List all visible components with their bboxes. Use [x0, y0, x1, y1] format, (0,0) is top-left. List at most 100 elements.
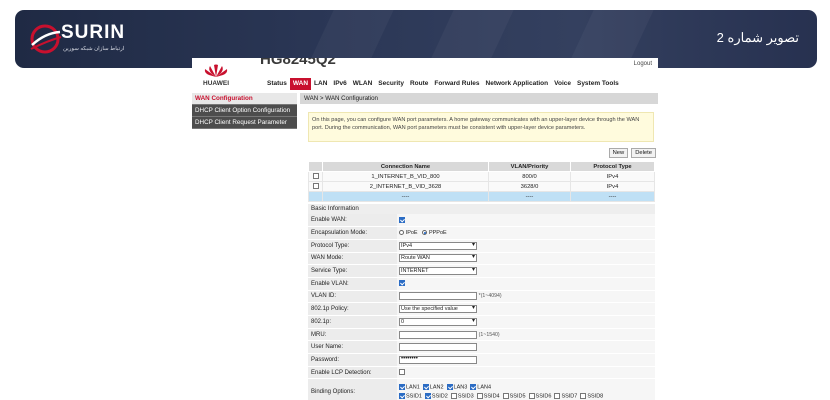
delete-button[interactable]: Delete [631, 148, 656, 158]
wan-connection-table: Connection Name VLAN/Priority Protocol T… [308, 161, 655, 202]
sidebar: WAN Configuration DHCP Client Option Con… [192, 93, 297, 129]
user-name-input[interactable] [399, 343, 477, 352]
row-select-cell [308, 191, 323, 202]
binding-option-ssid3[interactable]: SSID3 [450, 393, 474, 400]
top-nav: Status WAN LAN IPv6 WLAN Security Route … [264, 78, 622, 90]
policy-8021p-label: 802.1p Policy: [308, 302, 397, 316]
column-header-connection-name: Connection Name [322, 161, 489, 172]
ssid-binding-checkbox[interactable] [580, 393, 587, 400]
column-header-vlan-priority: VLAN/Priority [488, 161, 571, 172]
nav-network-application[interactable]: Network Application [483, 78, 552, 90]
ssid-binding-checkbox[interactable] [554, 393, 561, 400]
lan-binding-checkbox[interactable] [470, 383, 477, 390]
ssid-binding-label: SSID1 [406, 393, 422, 400]
table-toolbar: New Delete [300, 148, 656, 158]
nav-voice[interactable]: Voice [551, 78, 574, 90]
ssid-binding-checkbox[interactable] [424, 393, 431, 400]
ipoe-radio[interactable] [399, 230, 404, 236]
binding-option-ssid8[interactable]: SSID8 [580, 393, 603, 400]
enable-lcp-checkbox[interactable] [399, 369, 405, 376]
enable-vlan-label: Enable VLAN: [308, 277, 397, 291]
protocol-type-select[interactable]: IPv4 [399, 241, 477, 250]
row-checkbox[interactable] [312, 183, 319, 190]
ssid-binding-checkbox[interactable] [528, 393, 535, 400]
router-admin-page: HUAWEI HG8245Q2 Logout Status WAN LAN IP… [192, 58, 658, 400]
sidebar-item-wan-configuration[interactable]: WAN Configuration [192, 93, 297, 105]
mru-hint: (1~1540) [478, 331, 500, 338]
password-input[interactable]: •••••••• [399, 355, 477, 364]
binding-option-lan1[interactable]: LAN1 [399, 383, 420, 391]
binding-option-ssid1[interactable]: SSID1 [399, 393, 422, 400]
row-select-cell [308, 171, 323, 182]
new-button[interactable]: New [608, 148, 629, 158]
binding-option-ssid2[interactable]: SSID2 [424, 393, 448, 400]
ssid-binding-checkbox[interactable] [502, 393, 509, 400]
binding-option-lan4[interactable]: LAN4 [470, 383, 491, 390]
vlan-priority-cell: 3628/0 [488, 181, 571, 192]
table-header-row: Connection Name VLAN/Priority Protocol T… [308, 161, 655, 172]
surin-brand-text: SURIN [61, 22, 126, 43]
lan-binding-checkbox[interactable] [446, 383, 453, 390]
lan-binding-checkbox[interactable] [399, 383, 405, 390]
wan-mode-select[interactable]: Route WAN [399, 254, 477, 263]
nav-route[interactable]: Route [407, 78, 431, 90]
ssid-binding-label: SSID5 [509, 393, 526, 400]
banner-title: تصویر شماره 2 [716, 30, 799, 45]
huawei-wordmark: HUAWEI [203, 80, 229, 87]
service-type-select[interactable]: INTERNET [399, 267, 477, 276]
column-header-protocol-type: Protocol Type [570, 161, 655, 172]
vlan-id-hint: *(1~4094) [478, 293, 502, 300]
binding-lan-group: LAN1 LAN2 LAN3 LAN4 [399, 383, 655, 391]
nav-system-tools[interactable]: System Tools [574, 78, 622, 90]
row-select-cell [308, 181, 323, 192]
ssid-binding-label: SSID2 [431, 393, 448, 400]
lan-binding-label: LAN3 [453, 384, 468, 391]
vlan-id-label: VLAN ID: [308, 290, 397, 304]
wan-mode-label: WAN Mode: [308, 252, 397, 266]
vlan-id-input[interactable] [399, 292, 477, 301]
ssid-binding-label: SSID6 [535, 393, 552, 400]
binding-option-ssid5[interactable]: SSID5 [502, 393, 526, 400]
row-checkbox[interactable] [312, 173, 319, 180]
binding-ssid-group: SSID1 SSID2 SSID3 SSID4 SSID5 SSID6 SSID7 SSID8 [399, 393, 655, 400]
breadcrumb: WAN > WAN Configuration [300, 93, 658, 104]
nav-security[interactable]: Security [375, 78, 407, 90]
encapsulation-mode-label: Encapsulation Mode: [308, 226, 397, 240]
ssid-binding-checkbox[interactable] [450, 393, 457, 400]
pppoe-radio[interactable] [422, 230, 428, 236]
connection-name-cell: 2_INTERNET_B_VID_3628 [322, 181, 489, 192]
ssid-binding-checkbox[interactable] [399, 393, 405, 400]
nav-ipv6[interactable]: IPv6 [330, 78, 349, 90]
table-row[interactable]: 2_INTERNET_B_VID_3628 3628/0 IPv4 [308, 181, 655, 192]
nav-lan[interactable]: LAN [311, 78, 330, 90]
binding-option-lan3[interactable]: LAN3 [446, 383, 468, 391]
sidebar-item-dhcp-client-option[interactable]: DHCP Client Option Configuration [192, 105, 297, 117]
nav-wlan[interactable]: WLAN [350, 78, 376, 90]
enable-wan-checkbox[interactable] [399, 216, 405, 223]
protocol-cell: IPv4 [570, 171, 655, 182]
logout-link[interactable]: Logout [634, 61, 652, 67]
enable-vlan-checkbox[interactable] [399, 280, 405, 287]
connection-name-cell: ---- [322, 191, 489, 202]
sidebar-item-dhcp-client-request[interactable]: DHCP Client Request Parameter [192, 117, 297, 129]
mru-input[interactable] [399, 330, 477, 339]
nav-wan[interactable]: WAN [289, 78, 312, 90]
binding-option-ssid6[interactable]: SSID6 [528, 393, 552, 400]
surin-logo: SURIN ارتباط سازان شبکه سورین [29, 19, 129, 59]
lan-binding-label: LAN1 [406, 384, 420, 391]
binding-option-lan2[interactable]: LAN2 [422, 383, 444, 390]
nav-forward-rules[interactable]: Forward Rules [431, 78, 482, 90]
nav-status[interactable]: Status [264, 78, 290, 90]
ssid-binding-checkbox[interactable] [476, 393, 483, 400]
user-name-label: User Name: [308, 340, 397, 355]
table-row[interactable]: 1_INTERNET_B_VID_800 800/0 IPv4 [308, 171, 655, 182]
priority-8021p-select[interactable]: 0 [399, 317, 477, 326]
policy-8021p-select[interactable]: Use the specified value [399, 305, 477, 314]
lan-binding-checkbox[interactable] [422, 383, 429, 390]
table-row[interactable]: ---- ---- ---- [308, 191, 655, 202]
binding-options-label: Binding Options: [308, 378, 397, 400]
connection-name-cell: 1_INTERNET_B_VID_800 [322, 171, 489, 182]
binding-option-ssid4[interactable]: SSID4 [476, 393, 500, 400]
binding-option-ssid7[interactable]: SSID7 [554, 393, 577, 400]
protocol-cell: ---- [570, 191, 655, 202]
